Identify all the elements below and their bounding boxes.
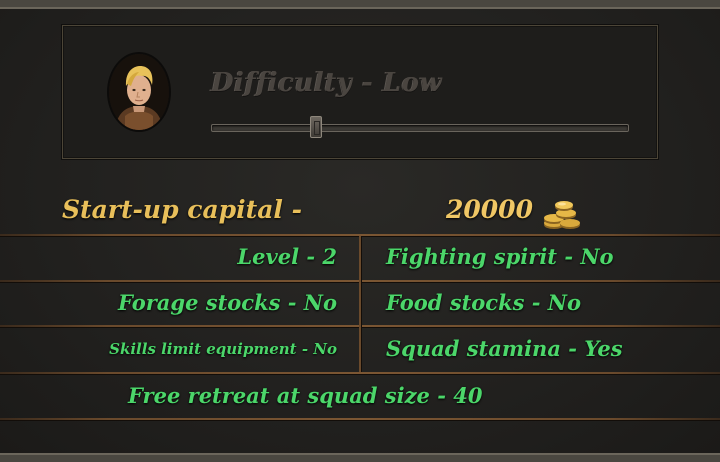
column-divider [359, 236, 361, 372]
row-divider [0, 372, 720, 374]
food-stocks-setting: Food stocks - No [386, 290, 581, 315]
fighting-spirit-setting: Fighting spirit - No [386, 244, 614, 269]
game-settings-screen: Difficulty - Low Start-up capital - 2000… [0, 0, 720, 462]
free-retreat-setting: Free retreat at squad size - 40 [128, 383, 483, 408]
startup-capital-value: 20000 [446, 195, 533, 224]
forage-stocks-setting: Forage stocks - No [117, 290, 337, 315]
difficulty-title: Difficulty - Low [211, 68, 443, 98]
squad-stamina-setting: Squad stamina - Yes [386, 336, 623, 361]
level-setting: Level - 2 [237, 244, 337, 269]
startup-capital-label: Start-up capital - [62, 195, 302, 224]
difficulty-panel: Difficulty - Low [62, 25, 658, 159]
character-portrait [109, 54, 169, 130]
gold-coins-icon [544, 201, 580, 229]
row-divider [0, 418, 720, 420]
difficulty-slider-track[interactable] [211, 124, 629, 132]
skills-limit-equipment-setting: Skills limit equipment - No [109, 340, 337, 358]
character-portrait-image [109, 54, 169, 130]
difficulty-slider-handle[interactable] [309, 116, 322, 138]
